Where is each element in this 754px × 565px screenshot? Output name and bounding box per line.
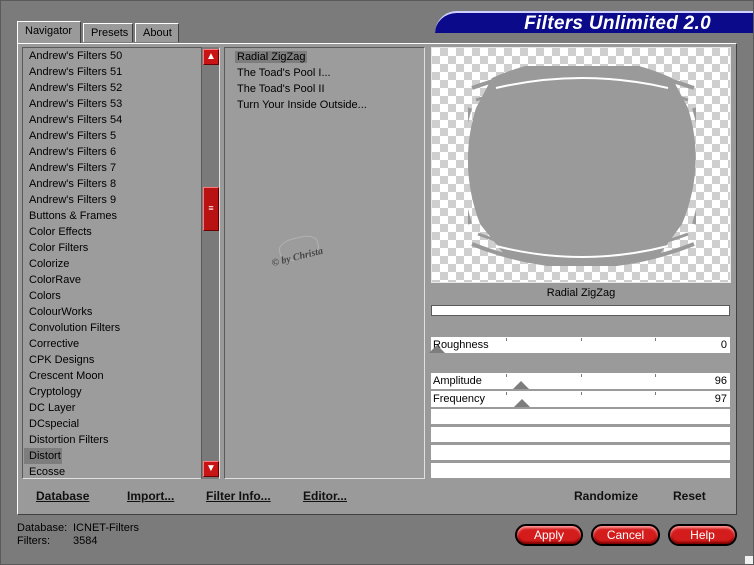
empty-slider-row bbox=[431, 463, 730, 479]
tab-about[interactable]: About bbox=[135, 23, 179, 42]
category-item[interactable]: Andrew's Filters 50 bbox=[23, 48, 219, 64]
filter-item[interactable]: The Toad's Pool I... bbox=[225, 65, 424, 81]
category-item[interactable]: Color Effects bbox=[23, 224, 219, 240]
tab-navigator[interactable]: Navigator bbox=[17, 21, 81, 43]
status-info: Database: ICNET-Filters Filters: 3584 bbox=[17, 522, 139, 548]
filter-info-button[interactable]: Filter Info... bbox=[206, 489, 271, 503]
category-item[interactable]: Andrew's Filters 53 bbox=[23, 96, 219, 112]
slider-tick bbox=[506, 374, 507, 377]
database-button[interactable]: Database bbox=[36, 489, 89, 503]
resize-corner[interactable] bbox=[745, 556, 753, 564]
slider-value: 0 bbox=[720, 339, 727, 351]
category-item[interactable]: Andrew's Filters 54 bbox=[23, 112, 219, 128]
filters-count-value: 3584 bbox=[73, 535, 98, 547]
category-items: Andrew's Filters 50 Andrew's Filters 51 An… bbox=[23, 48, 219, 478]
category-item[interactable]: DCspecial bbox=[23, 416, 219, 432]
filter-item-label: The Toad's Pool II bbox=[237, 83, 325, 95]
category-item[interactable]: Convolution Filters bbox=[23, 320, 219, 336]
slider-thumb[interactable] bbox=[429, 345, 445, 353]
slider-thumb[interactable] bbox=[513, 381, 530, 389]
scroll-up-button[interactable]: ▲ bbox=[203, 49, 219, 65]
empty-slider-row bbox=[431, 409, 730, 425]
filter-item-label: Turn Your Inside Outside... bbox=[237, 99, 367, 111]
database-label: Database: bbox=[17, 522, 68, 534]
category-list[interactable]: Andrew's Filters 50 Andrew's Filters 51 An… bbox=[22, 47, 220, 479]
category-item[interactable]: Andrew's Filters 6 bbox=[23, 144, 219, 160]
tab-presets[interactable]: Presets bbox=[83, 23, 133, 42]
slider-tick bbox=[581, 374, 582, 377]
category-item[interactable]: Ecosse bbox=[23, 464, 219, 478]
category-item[interactable]: Andrew's Filters 8 bbox=[23, 176, 219, 192]
apply-button[interactable]: Apply bbox=[515, 524, 583, 546]
filter-item[interactable]: The Toad's Pool II bbox=[225, 81, 424, 97]
slider-thumb[interactable] bbox=[514, 399, 531, 407]
scroll-thumb[interactable]: ≡ bbox=[203, 187, 219, 231]
slider-tick bbox=[581, 392, 582, 395]
category-item[interactable]: ColourWorks bbox=[23, 304, 219, 320]
import-button[interactable]: Import... bbox=[127, 489, 174, 503]
slider-tick bbox=[506, 392, 507, 395]
app-title: Filters Unlimited 2.0 bbox=[524, 13, 711, 34]
category-item[interactable]: Crescent Moon bbox=[23, 368, 219, 384]
category-scrollbar[interactable]: ▲ ≡ ▼ bbox=[201, 47, 219, 479]
category-item[interactable]: Andrew's Filters 5 bbox=[23, 128, 219, 144]
category-item[interactable]: Colorize bbox=[23, 256, 219, 272]
category-item[interactable]: CPK Designs bbox=[23, 352, 219, 368]
slider-amplitude[interactable]: Amplitude 96 bbox=[431, 373, 730, 390]
category-item[interactable]: DC Layer bbox=[23, 400, 219, 416]
category-item[interactable]: Cryptology bbox=[23, 384, 219, 400]
filter-item[interactable]: Turn Your Inside Outside... bbox=[225, 97, 424, 113]
apply-button-label: Apply bbox=[533, 528, 565, 542]
slider-tick bbox=[655, 338, 656, 341]
slider-roughness[interactable]: Roughness 0 bbox=[429, 337, 730, 354]
slider-tick bbox=[506, 338, 507, 341]
preview-image bbox=[431, 47, 731, 283]
help-button[interactable]: Help bbox=[668, 524, 737, 546]
category-item[interactable]: Andrew's Filters 7 bbox=[23, 160, 219, 176]
progress-bar bbox=[431, 305, 730, 316]
import-button-label: Import... bbox=[127, 489, 175, 503]
category-item[interactable]: Andrew's Filters 9 bbox=[23, 192, 219, 208]
help-button-label: Help bbox=[690, 528, 715, 542]
reset-button[interactable]: Reset bbox=[673, 489, 706, 503]
slider-value: 96 bbox=[714, 375, 727, 387]
category-item[interactable]: Andrew's Filters 51 bbox=[23, 64, 219, 80]
randomize-button[interactable]: Randomize bbox=[574, 489, 638, 503]
filter-items: Radial ZigZag The Toad's Pool I... The Toa… bbox=[225, 48, 424, 113]
slider-frequency[interactable]: Frequency 97 bbox=[431, 391, 730, 408]
category-item[interactable]: Corrective bbox=[23, 336, 219, 352]
category-item[interactable]: Colors bbox=[23, 288, 219, 304]
slider-tick bbox=[655, 374, 656, 377]
preview-graphic bbox=[468, 66, 696, 266]
database-value: ICNET-Filters bbox=[73, 522, 139, 534]
filters-unlimited-window: Navigator Presets About Filters Unlimite… bbox=[0, 0, 754, 565]
filters-count-label: Filters: bbox=[17, 535, 50, 547]
category-item[interactable]: Andrew's Filters 52 bbox=[23, 80, 219, 96]
category-item[interactable]: Buttons & Frames bbox=[23, 208, 219, 224]
editor-button[interactable]: Editor... bbox=[303, 489, 347, 503]
filter-item-label: Radial ZigZag bbox=[235, 51, 308, 63]
title-banner: Filters Unlimited 2.0 bbox=[435, 11, 753, 34]
slider-label: Frequency bbox=[433, 393, 485, 405]
slider-tick bbox=[581, 338, 582, 341]
category-item[interactable]: Color Filters bbox=[23, 240, 219, 256]
filter-item-label: The Toad's Pool I... bbox=[237, 67, 331, 79]
scroll-down-button[interactable]: ▼ bbox=[203, 461, 219, 477]
database-button-label: Database bbox=[36, 489, 90, 503]
category-item[interactable]: Distort bbox=[24, 448, 62, 464]
slider-value: 97 bbox=[714, 393, 727, 405]
category-item[interactable]: ColorRave bbox=[23, 272, 219, 288]
category-item[interactable]: Distortion Filters bbox=[23, 432, 219, 448]
filter-item[interactable]: Radial ZigZag bbox=[225, 49, 424, 65]
slider-label: Amplitude bbox=[433, 375, 482, 387]
cancel-button[interactable]: Cancel bbox=[591, 524, 660, 546]
cancel-button-label: Cancel bbox=[606, 528, 645, 542]
empty-slider-row bbox=[431, 445, 730, 461]
slider-tick bbox=[655, 392, 656, 395]
preview-filter-name: Radial ZigZag bbox=[546, 287, 616, 299]
filter-info-button-label: Filter Info... bbox=[206, 489, 271, 503]
empty-slider-row bbox=[431, 427, 730, 443]
editor-button-label: Editor... bbox=[303, 489, 348, 503]
